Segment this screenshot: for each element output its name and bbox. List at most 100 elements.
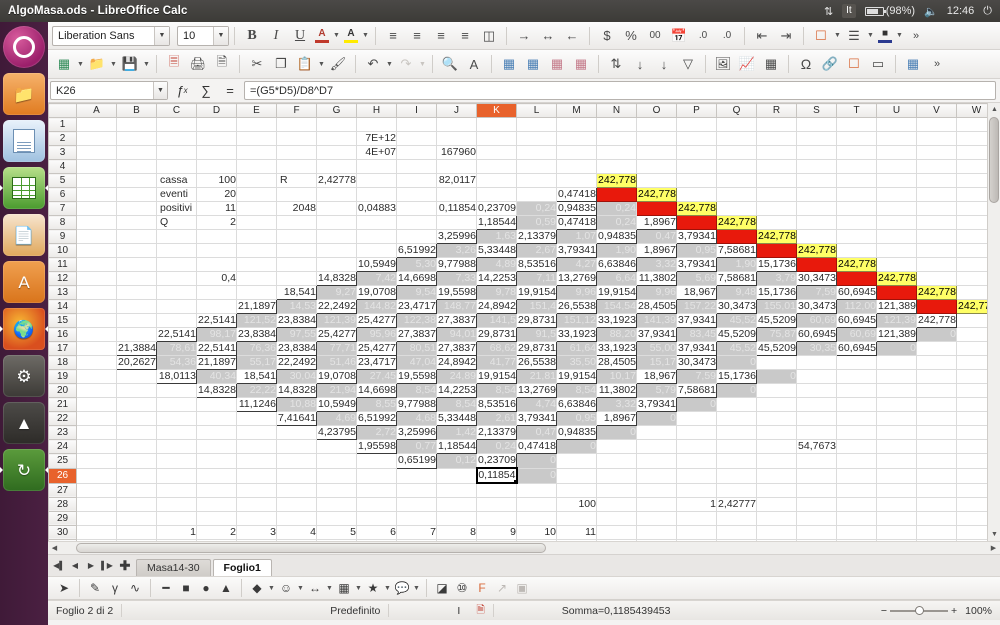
cell-h24[interactable]: 1,95598 bbox=[356, 439, 397, 454]
fontwork-icon[interactable]: F bbox=[472, 578, 492, 598]
cell-q24[interactable] bbox=[716, 439, 757, 454]
cell-t16[interactable]: 60,69 bbox=[836, 327, 877, 342]
next-sheet-icon[interactable]: ▶ bbox=[84, 558, 98, 574]
cell-l15[interactable]: 29,8731 bbox=[516, 313, 557, 328]
cell-n29[interactable] bbox=[596, 511, 637, 526]
cell-e23[interactable] bbox=[236, 425, 277, 440]
cell-v29[interactable] bbox=[916, 511, 957, 526]
cell-m8[interactable]: 0,47418 bbox=[556, 215, 597, 230]
cell-g24[interactable] bbox=[316, 439, 357, 454]
cell-k29[interactable] bbox=[476, 511, 517, 526]
cell-j30[interactable]: 8 bbox=[436, 525, 477, 540]
cell-b20[interactable] bbox=[116, 383, 157, 398]
cell-v23[interactable] bbox=[916, 425, 957, 440]
cell-v22[interactable] bbox=[916, 411, 957, 426]
cell-p12[interactable]: 5,69 bbox=[676, 271, 717, 286]
autofilter-icon[interactable]: ▽ bbox=[676, 53, 700, 75]
cell-l1[interactable] bbox=[516, 117, 557, 132]
cell-v2[interactable] bbox=[916, 131, 957, 146]
cell-p6[interactable] bbox=[676, 187, 717, 202]
cell-t12[interactable] bbox=[836, 271, 877, 286]
cell-d10[interactable] bbox=[196, 243, 237, 258]
cell-m4[interactable] bbox=[556, 159, 597, 174]
cell-q15[interactable]: 45,52 bbox=[716, 313, 757, 328]
row-header-9[interactable]: 9 bbox=[48, 229, 77, 244]
cell-k10[interactable]: 5,33448 bbox=[476, 243, 517, 258]
cell-j21[interactable]: 8,54 bbox=[436, 397, 477, 412]
cell-l11[interactable]: 8,53516 bbox=[516, 257, 557, 272]
cell-d8[interactable]: 2 bbox=[196, 215, 237, 230]
column-header-n[interactable]: N bbox=[596, 103, 637, 118]
arrow-shapes-icon[interactable]: ↔ bbox=[305, 578, 325, 598]
cell-b27[interactable] bbox=[116, 483, 157, 498]
flowchart-icon[interactable]: ▦ bbox=[334, 578, 354, 598]
cell-h20[interactable]: 14,6698 bbox=[356, 383, 397, 398]
cell-m27[interactable] bbox=[556, 483, 597, 498]
cell-g27[interactable] bbox=[316, 483, 357, 498]
column-header-e[interactable]: E bbox=[236, 103, 277, 118]
cell-q23[interactable] bbox=[716, 425, 757, 440]
cell-l3[interactable] bbox=[516, 145, 557, 160]
cell-c3[interactable] bbox=[156, 145, 197, 160]
cell-f5[interactable]: R bbox=[276, 173, 317, 188]
cell-r21[interactable] bbox=[756, 397, 797, 412]
cell-j20[interactable]: 14,2253 bbox=[436, 383, 477, 398]
cell-o17[interactable]: 55,00 bbox=[636, 341, 677, 356]
cell-a29[interactable] bbox=[76, 511, 117, 526]
cell-s28[interactable] bbox=[796, 497, 837, 512]
cell-p14[interactable]: 157,22 bbox=[676, 299, 717, 314]
cell-m28[interactable]: 100 bbox=[556, 497, 597, 512]
cell-c28[interactable] bbox=[156, 497, 197, 512]
cell-u10[interactable] bbox=[876, 243, 917, 258]
cell-l5[interactable] bbox=[516, 173, 557, 188]
row-header-12[interactable]: 12 bbox=[48, 271, 77, 286]
cell-b10[interactable] bbox=[116, 243, 157, 258]
cell-o2[interactable] bbox=[636, 131, 677, 146]
cell-a4[interactable] bbox=[76, 159, 117, 174]
cell-v25[interactable] bbox=[916, 453, 957, 469]
cell-q10[interactable]: 7,58681 bbox=[716, 243, 757, 258]
cell-e5[interactable] bbox=[236, 173, 277, 188]
cell-i2[interactable] bbox=[396, 131, 437, 146]
cell-n11[interactable]: 6,63846 bbox=[596, 257, 637, 272]
cell-k14[interactable]: 24,8942 bbox=[476, 299, 517, 314]
cell-u21[interactable] bbox=[876, 397, 917, 412]
cell-n22[interactable]: 1,8967 bbox=[596, 411, 637, 426]
cell-p2[interactable] bbox=[676, 131, 717, 146]
cell-t11[interactable]: 242,778 bbox=[836, 257, 877, 272]
cell-c13[interactable] bbox=[156, 285, 197, 300]
cell-o15[interactable]: 141,39 bbox=[636, 313, 677, 328]
column-header-l[interactable]: L bbox=[516, 103, 557, 118]
cell-k17[interactable]: 68,62 bbox=[476, 341, 517, 356]
cell-l2[interactable] bbox=[516, 131, 557, 146]
cell-q25[interactable] bbox=[716, 453, 757, 469]
cell-j4[interactable] bbox=[436, 159, 477, 174]
cell-t26[interactable] bbox=[836, 468, 877, 484]
cell-v28[interactable] bbox=[916, 497, 957, 512]
row-header-20[interactable]: 20 bbox=[48, 383, 77, 398]
cell-q27[interactable] bbox=[716, 483, 757, 498]
cell-q5[interactable] bbox=[716, 173, 757, 188]
cell-o4[interactable] bbox=[636, 159, 677, 174]
cell-o8[interactable]: 1,8967 bbox=[636, 215, 677, 230]
cell-p11[interactable]: 3,79341 bbox=[676, 257, 717, 272]
cell-r4[interactable] bbox=[756, 159, 797, 174]
cell-q19[interactable]: 15,1736 bbox=[716, 369, 757, 384]
cell-m16[interactable]: 33,1923 bbox=[556, 327, 597, 342]
row-header-23[interactable]: 23 bbox=[48, 425, 77, 440]
cell-i13[interactable]: 9,54 bbox=[396, 285, 437, 300]
cell-m9[interactable]: 1,07 bbox=[556, 229, 597, 244]
cell-h30[interactable]: 6 bbox=[356, 525, 397, 540]
launcher-item-software-updater[interactable]: ↻ bbox=[0, 449, 49, 491]
cell-n2[interactable] bbox=[596, 131, 637, 146]
column-header-u[interactable]: U bbox=[876, 103, 917, 118]
insert-chart-icon[interactable]: 📈 bbox=[735, 53, 759, 75]
cell-u12[interactable]: 242,778 bbox=[876, 271, 917, 286]
cell-c22[interactable] bbox=[156, 411, 197, 426]
launcher-item-ubuntu-dash[interactable] bbox=[3, 26, 45, 68]
cell-h4[interactable] bbox=[356, 159, 397, 174]
cell-p19[interactable]: 7,59 bbox=[676, 369, 717, 384]
cell-p10[interactable]: 0,95 bbox=[676, 243, 717, 258]
split-window-icon[interactable]: ▦ bbox=[569, 53, 593, 75]
cell-c7[interactable]: positivi bbox=[156, 201, 197, 216]
